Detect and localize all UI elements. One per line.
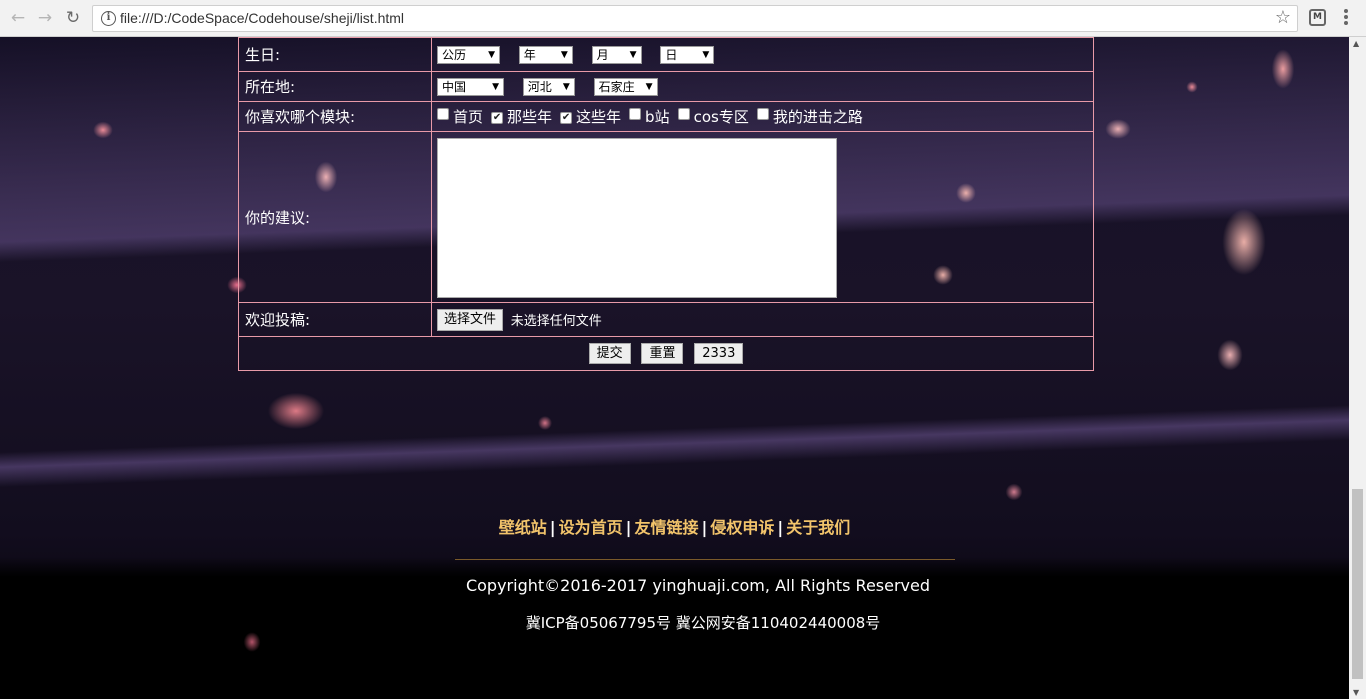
footer-link-about[interactable]: 关于我们	[786, 518, 850, 537]
scroll-up-icon[interactable]: ▲	[1353, 39, 1359, 48]
suggestion-row: 你的建议:	[238, 131, 1094, 303]
scroll-thumb[interactable]	[1352, 489, 1363, 679]
upload-row: 欢迎投稿: 选择文件 未选择任何文件	[238, 302, 1094, 337]
province-select[interactable]: 河北 ▼	[522, 77, 575, 96]
module-option[interactable]: 我的进击之路	[756, 106, 863, 127]
modules-row: 你喜欢哪个模块: 首页 ✔ 那些年 ✔ 这些年 b站 cos专区 我的进击之路	[238, 101, 1094, 132]
chevron-down-icon: ▼	[629, 49, 637, 60]
browser-toolbar: ← → ↻ i file:///D:/CodeSpace/Codehouse/s…	[0, 0, 1366, 37]
chevron-down-icon: ▼	[702, 49, 710, 60]
chevron-down-icon: ▼	[488, 49, 495, 60]
forward-icon[interactable]: →	[34, 7, 56, 29]
bookmark-star-icon[interactable]: ☆	[1275, 7, 1291, 28]
module-option[interactable]: ✔ 那些年	[491, 106, 552, 127]
scrollbar[interactable]: ▲ ▼	[1349, 37, 1366, 699]
registration-form: 生日: 公历 ▼ 年 ▼ 月 ▼ 日 ▼ 所在地: 中国 ▼ 河北 ▼ 石家庄 ▼ 你喜欢哪个…	[238, 37, 1094, 371]
checkbox[interactable]	[629, 108, 642, 120]
chevron-down-icon: ▼	[645, 81, 653, 92]
info-icon[interactable]: i	[101, 11, 116, 26]
buttons-row: 提交 重置 2333	[238, 336, 1094, 371]
checkbox[interactable]	[437, 108, 449, 120]
footer-link-wallpaper[interactable]: 壁纸站	[499, 518, 547, 537]
module-option[interactable]: b站	[629, 106, 670, 127]
calendar-select[interactable]: 公历 ▼	[437, 45, 500, 64]
upload-label: 欢迎投稿:	[238, 302, 432, 337]
suggestion-label: 你的建议:	[238, 131, 432, 303]
day-select[interactable]: 日 ▼	[660, 45, 715, 64]
chevron-down-icon: ▼	[492, 81, 499, 92]
footer-links: 壁纸站 | 设为首页 | 友情链接 | 侵权申诉 | 关于我们	[498, 518, 851, 537]
checkbox[interactable]	[756, 108, 769, 120]
page-content: 生日: 公历 ▼ 年 ▼ 月 ▼ 日 ▼ 所在地: 中国 ▼ 河北 ▼ 石家庄 ▼ 你喜欢哪个…	[0, 37, 1349, 699]
chevron-down-icon: ▼	[560, 49, 568, 60]
choose-file-button[interactable]: 选择文件	[437, 308, 504, 331]
reload-icon[interactable]: ↻	[62, 7, 84, 29]
checkbox[interactable]	[677, 108, 690, 120]
footer-link-set-homepage[interactable]: 设为首页	[559, 518, 623, 537]
file-status-text: 未选择任何文件	[510, 314, 602, 329]
menu-icon[interactable]	[1340, 8, 1352, 28]
modules-label: 你喜欢哪个模块:	[238, 101, 432, 132]
checkbox-checked[interactable]: ✔	[560, 112, 573, 124]
back-icon[interactable]: ←	[7, 7, 29, 29]
month-select[interactable]: 月 ▼	[591, 45, 642, 64]
icp-text: 冀ICP备05067795号 冀公网安备110402440008号	[525, 614, 881, 632]
extension-icon[interactable]: M	[1309, 9, 1326, 26]
copyright-text: Copyright©2016-2017 yinghuaji.com, All R…	[465, 576, 931, 595]
city-select[interactable]: 石家庄 ▼	[593, 77, 658, 96]
reset-button[interactable]: 重置	[641, 343, 684, 364]
extra-button[interactable]: 2333	[694, 343, 744, 364]
country-select[interactable]: 中国 ▼	[437, 77, 504, 96]
year-select[interactable]: 年 ▼	[518, 45, 573, 64]
checkbox-checked[interactable]: ✔	[491, 112, 504, 124]
footer-link-friends[interactable]: 友情链接	[634, 518, 698, 537]
birthday-label: 生日:	[238, 37, 432, 72]
module-option[interactable]: 首页	[437, 106, 483, 127]
scroll-down-icon[interactable]: ▼	[1353, 688, 1359, 697]
submit-button[interactable]: 提交	[588, 343, 631, 364]
url-text[interactable]: file:///D:/CodeSpace/Codehouse/sheji/lis…	[120, 10, 404, 26]
module-option[interactable]: ✔ 这些年	[560, 106, 621, 127]
birthday-row: 生日: 公历 ▼ 年 ▼ 月 ▼ 日 ▼	[238, 37, 1094, 72]
location-label: 所在地:	[238, 71, 432, 102]
footer-divider	[455, 559, 955, 560]
location-row: 所在地: 中国 ▼ 河北 ▼ 石家庄 ▼	[238, 71, 1094, 102]
address-bar[interactable]: i file:///D:/CodeSpace/Codehouse/sheji/l…	[92, 5, 1298, 32]
module-option[interactable]: cos专区	[677, 106, 749, 127]
chevron-down-icon: ▼	[562, 81, 570, 92]
suggestion-textarea[interactable]	[437, 137, 837, 298]
footer-link-complaint[interactable]: 侵权申诉	[710, 518, 774, 537]
